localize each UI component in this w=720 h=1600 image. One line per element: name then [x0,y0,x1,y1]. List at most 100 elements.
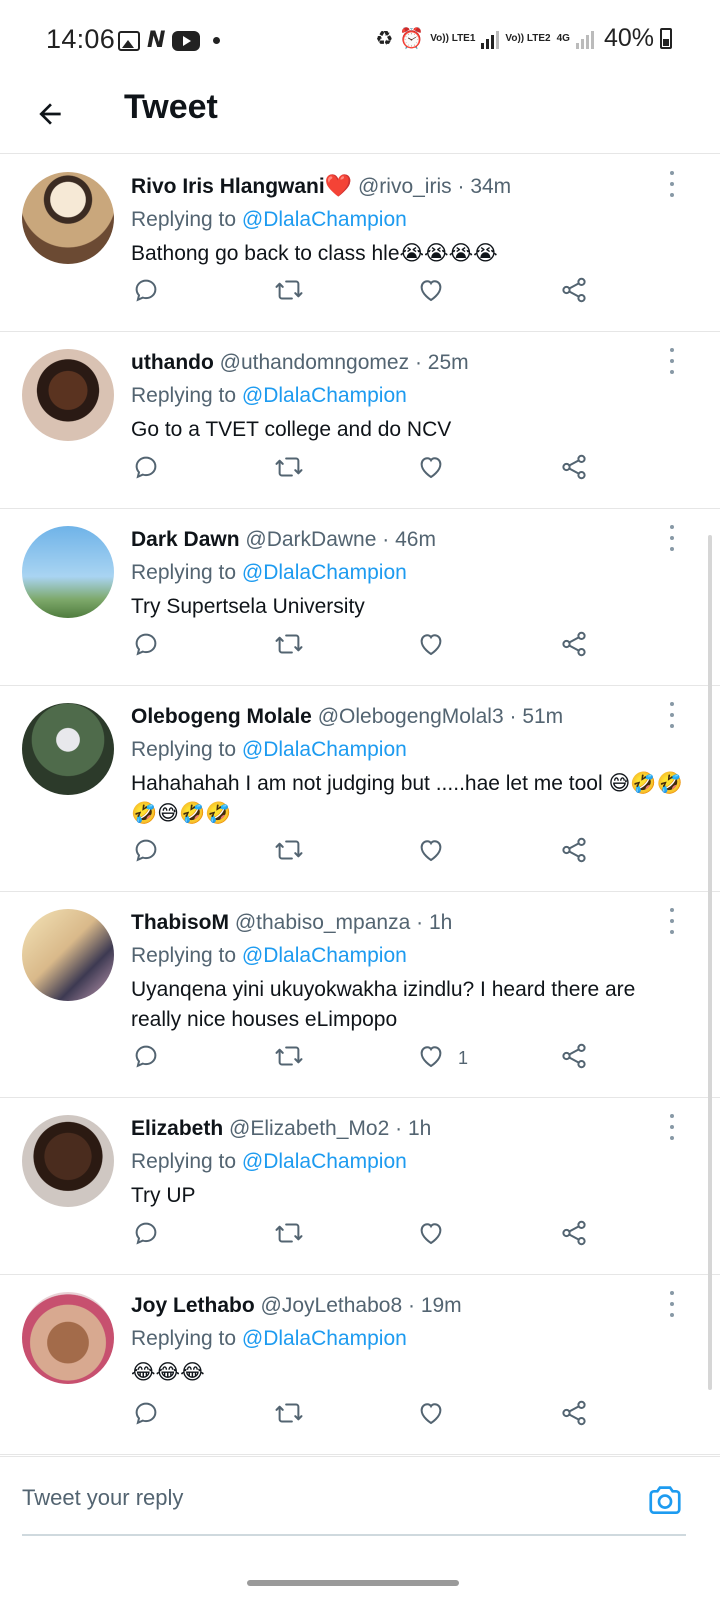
reply-button[interactable] [131,272,161,312]
retweet-button[interactable] [274,1038,304,1078]
author-name[interactable]: uthando [131,351,214,374]
avatar[interactable] [22,526,114,618]
home-indicator[interactable] [247,1580,459,1586]
share-button[interactable] [559,272,589,312]
tweet-time[interactable]: 1h [429,911,452,934]
share-button[interactable] [559,626,589,666]
author-handle[interactable]: @uthandomngomez [220,351,409,374]
more-options-button[interactable] [662,1291,682,1317]
retweet-button[interactable] [274,626,304,666]
lte1-indicator: Vo)) LTE1 [430,33,476,44]
tweet-time[interactable]: 25m [428,351,469,374]
tweet-time[interactable]: 51m [522,705,563,728]
more-options-button[interactable] [662,525,682,551]
heart-icon [416,1218,446,1253]
reply-button[interactable] [131,1038,161,1078]
author-name[interactable]: Rivo Iris Hlangwani [131,175,325,198]
tweet-text: 😂😂😂 [131,1361,205,1384]
action-bar [131,832,601,872]
share-button[interactable] [559,1395,589,1435]
avatar[interactable] [22,1292,114,1384]
tweet-time[interactable]: 34m [470,175,511,198]
avatar[interactable] [22,1115,114,1207]
author-name[interactable]: Dark Dawn [131,528,240,551]
notification-icons: N [118,28,221,53]
tweet-row[interactable]: uthando @uthandomngomez · 25m Replying t… [0,332,720,509]
like-button[interactable] [416,626,458,666]
more-options-button[interactable] [662,348,682,374]
avatar[interactable] [22,909,114,1001]
reply-button[interactable] [131,1215,161,1255]
author-handle[interactable]: @thabiso_mpanza [235,911,410,934]
heart-icon [416,1398,446,1433]
heart-icon [416,629,446,664]
retweet-button[interactable] [274,1395,304,1435]
tweet-row[interactable]: ThabisoM @thabiso_mpanza · 1h Replying t… [0,892,720,1098]
reply-button[interactable] [131,1395,161,1435]
author-name[interactable]: Elizabeth [131,1117,223,1140]
avatar[interactable] [22,172,114,264]
more-options-button[interactable] [662,1114,682,1140]
replying-to-link[interactable]: @DlalaChampion [242,384,407,407]
tweet-row[interactable]: Dark Dawn @DarkDawne · 46m Replying to @… [0,509,720,686]
like-button[interactable] [416,272,458,312]
system-icons: ♻ ⏰ Vo)) LTE1 Vo)) LTE2 4G 40% [375,24,672,53]
tweet-header: Joy Lethabo @JoyLethabo8 · 19m [131,1291,690,1321]
avatar[interactable] [22,703,114,795]
author-handle[interactable]: @rivo_iris [358,175,452,198]
reply-button[interactable] [131,449,161,489]
author-name[interactable]: Olebogeng Molale [131,705,312,728]
replying-prefix: Replying to [131,561,237,584]
retweet-button[interactable] [274,1215,304,1255]
share-button[interactable] [559,832,589,872]
share-icon [559,275,589,310]
author-handle[interactable]: @DarkDawne [245,528,376,551]
tweet-row[interactable]: Olebogeng Molale @OlebogengMolal3 · 51m … [0,686,720,892]
retweet-button[interactable] [274,272,304,312]
author-name[interactable]: ThabisoM [131,911,229,934]
more-options-button[interactable] [662,171,682,197]
replying-to-link[interactable]: @DlalaChampion [242,1150,407,1173]
scrollbar[interactable] [708,535,712,1390]
author-handle[interactable]: @JoyLethabo8 [261,1294,403,1317]
like-button[interactable] [416,832,458,872]
share-button[interactable] [559,1215,589,1255]
tweet-row[interactable]: Elizabeth @Elizabeth_Mo2 · 1h Replying t… [0,1098,720,1275]
tweet-row[interactable]: Joy Lethabo @JoyLethabo8 · 19m Replying … [0,1275,720,1455]
replying-to-link[interactable]: @DlalaChampion [242,738,407,761]
share-button[interactable] [559,1038,589,1078]
tweet-time[interactable]: 46m [395,528,436,551]
like-button[interactable] [416,449,458,489]
replying-to-link[interactable]: @DlalaChampion [242,561,407,584]
replying-to-link[interactable]: @DlalaChampion [242,944,407,967]
separator-dot: · [407,1294,415,1317]
like-button[interactable] [416,1395,458,1435]
replying-to-link[interactable]: @DlalaChampion [242,208,407,231]
retweet-icon [274,1398,304,1433]
tweet-row[interactable]: Rivo Iris Hlangwani❤️ @rivo_iris · 34m R… [0,155,720,332]
like-count: 1 [458,1047,469,1068]
more-options-button[interactable] [662,702,682,728]
like-button[interactable] [416,1215,458,1255]
avatar[interactable] [22,349,114,441]
share-icon [559,1218,589,1253]
more-options-button[interactable] [662,908,682,934]
author-handle[interactable]: @Elizabeth_Mo2 [229,1117,389,1140]
retweet-button[interactable] [274,449,304,489]
tweet-time[interactable]: 19m [421,1294,462,1317]
replying-prefix: Replying to [131,944,237,967]
reply-button[interactable] [131,832,161,872]
camera-button[interactable] [646,1481,684,1519]
heart-badge: ❤️ [324,173,353,198]
share-button[interactable] [559,449,589,489]
replying-to-link[interactable]: @DlalaChampion [242,1327,407,1350]
tweet-time[interactable]: 1h [408,1117,431,1140]
retweet-button[interactable] [274,832,304,872]
author-handle[interactable]: @OlebogengMolal3 [318,705,504,728]
heart-icon [416,452,446,487]
like-button[interactable]: 1 [416,1038,468,1078]
back-button[interactable] [28,92,72,136]
author-name[interactable]: Joy Lethabo [131,1294,255,1317]
reply-input[interactable]: Tweet your reply [22,1485,183,1511]
reply-button[interactable] [131,626,161,666]
